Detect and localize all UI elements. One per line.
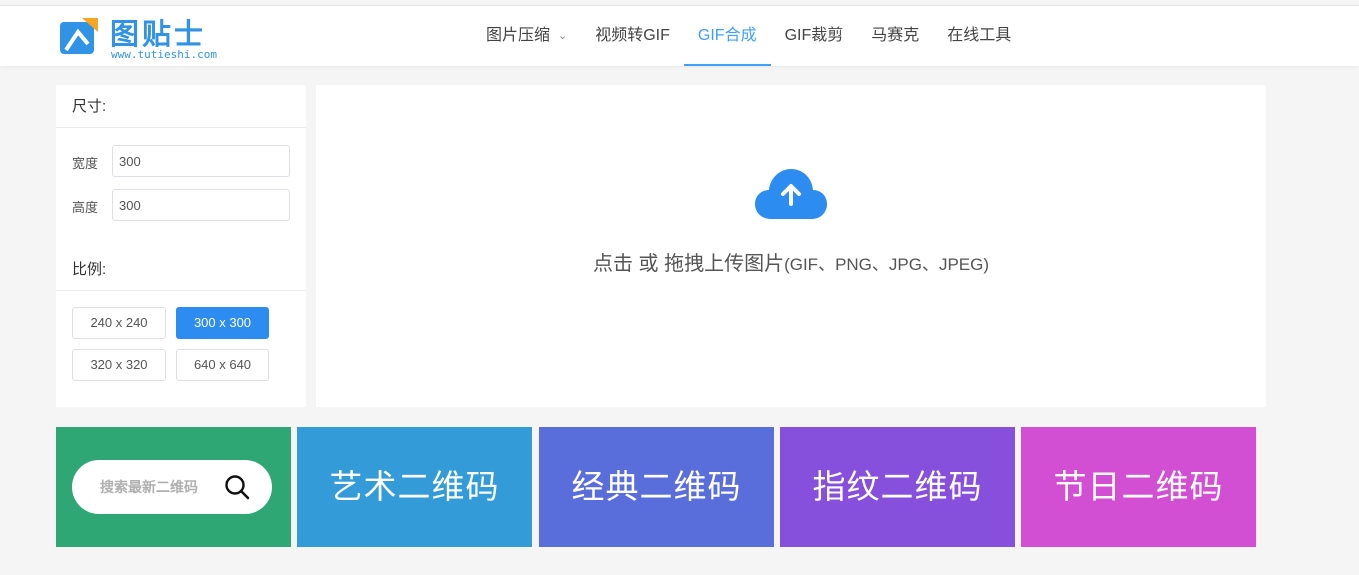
nav-item-label: GIF裁剪: [784, 27, 844, 44]
divider: [56, 290, 306, 291]
search-icon[interactable]: [224, 474, 250, 500]
nav-item-label: 图片压缩: [486, 27, 551, 44]
cloud-upload-icon: [755, 169, 827, 219]
divider: [56, 127, 306, 128]
size-section-title: 尺寸:: [72, 98, 107, 115]
upload-hint: 点击 或 拖拽上传图片(GIF、PNG、JPG、JPEG): [316, 247, 1266, 276]
ratio-section-title: 比例:: [72, 261, 107, 278]
nav-item-label: 在线工具: [947, 27, 1012, 44]
ratio-button-320[interactable]: 320 x 320: [72, 349, 166, 381]
width-label: 宽度: [72, 156, 99, 171]
classic-qrcode-banner[interactable]: 经典二维码: [539, 427, 774, 547]
nav-item-label: 视频转GIF: [595, 27, 670, 44]
fingerprint-qrcode-banner[interactable]: 指纹二维码: [780, 427, 1015, 547]
site-header: 图贴士 www.tutieshi.com 图片压缩 ⌄ 视频转GIF GIF合成 …: [0, 5, 1359, 66]
holiday-qrcode-banner[interactable]: 节日二维码: [1021, 427, 1256, 547]
qrcode-search-input[interactable]: [100, 460, 230, 514]
width-input[interactable]: [112, 145, 290, 177]
nav-item-mosaic[interactable]: 马赛克: [857, 6, 933, 66]
nav-item-label: 马赛克: [871, 27, 920, 44]
ratio-button-240[interactable]: 240 x 240: [72, 307, 166, 339]
ratio-button-300[interactable]: 300 x 300: [176, 307, 269, 339]
logo-icon: [60, 18, 98, 54]
nav-item-gif-compose[interactable]: GIF合成: [683, 6, 771, 66]
nav-item-image-compress[interactable]: 图片压缩 ⌄: [472, 6, 581, 66]
upload-dropzone[interactable]: 点击 或 拖拽上传图片(GIF、PNG、JPG、JPEG): [316, 85, 1266, 407]
nav-item-online-tools[interactable]: 在线工具: [933, 6, 1025, 66]
height-input[interactable]: [112, 189, 290, 221]
nav-item-label: GIF合成: [697, 27, 757, 44]
brand-title: 图贴士: [110, 17, 207, 51]
main-nav: 图片压缩 ⌄ 视频转GIF GIF合成 GIF裁剪 马赛克 在线工具: [472, 6, 1025, 66]
size-settings-panel: 尺寸: 宽度 高度 比例: 240 x 240 300 x 300 320 x …: [56, 85, 306, 407]
ratio-button-640[interactable]: 640 x 640: [176, 349, 269, 381]
nav-item-gif-crop[interactable]: GIF裁剪: [771, 6, 858, 66]
chevron-down-icon: ⌄: [558, 30, 568, 42]
qrcode-search-box: [72, 460, 272, 514]
site-logo[interactable]: 图贴士 www.tutieshi.com: [58, 12, 238, 62]
upload-hint-main: 点击 或 拖拽上传图片: [592, 253, 785, 275]
qrcode-search-banner: [56, 427, 291, 547]
brand-url: www.tutieshi.com: [111, 48, 217, 61]
nav-item-video-to-gif[interactable]: 视频转GIF: [581, 6, 684, 66]
upload-hint-formats: (GIF、PNG、JPG、JPEG): [784, 255, 990, 274]
art-qrcode-banner[interactable]: 艺术二维码: [297, 427, 532, 547]
height-label: 高度: [72, 200, 99, 215]
